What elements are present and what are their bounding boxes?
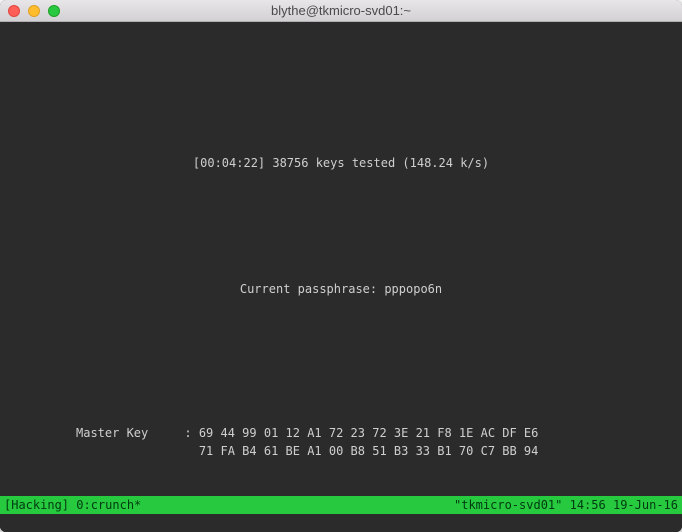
status-session: [Hacking] 0:crunch* (4, 496, 141, 514)
titlebar: blythe@tkmicro-svd01:~ (0, 0, 682, 22)
keys-tested-line: [00:04:22] 38756 keys tested (148.24 k/s… (8, 154, 674, 172)
close-icon[interactable] (8, 5, 20, 17)
minimize-icon[interactable] (28, 5, 40, 17)
status-host: "tkmicro-svd01" (454, 498, 562, 512)
status-time: 14:56 (570, 498, 606, 512)
master-key-row-1: 69 44 99 01 12 A1 72 23 72 3E 21 F8 1E A… (199, 426, 539, 440)
traffic-lights (8, 5, 60, 17)
master-key-label: Master Key : (76, 426, 199, 440)
tmux-statusbar: [Hacking] 0:crunch* "tkmicro-svd01" 14:5… (0, 496, 682, 514)
terminal-window: blythe@tkmicro-svd01:~ [00:04:22] 38756 … (0, 0, 682, 532)
status-date: 19-Jun-16 (613, 498, 678, 512)
current-passphrase-line: Current passphrase: pppopo6n (8, 280, 674, 298)
window-title: blythe@tkmicro-svd01:~ (0, 3, 682, 18)
master-key-block: Master Key : 69 44 99 01 12 A1 72 23 72 … (76, 424, 674, 460)
status-right: "tkmicro-svd01" 14:56 19-Jun-16 (454, 496, 678, 514)
zoom-icon[interactable] (48, 5, 60, 17)
master-key-row-2: 71 FA B4 61 BE A1 00 B8 51 B3 33 B1 70 C… (199, 444, 539, 458)
terminal-viewport[interactable]: [00:04:22] 38756 keys tested (148.24 k/s… (0, 22, 682, 532)
